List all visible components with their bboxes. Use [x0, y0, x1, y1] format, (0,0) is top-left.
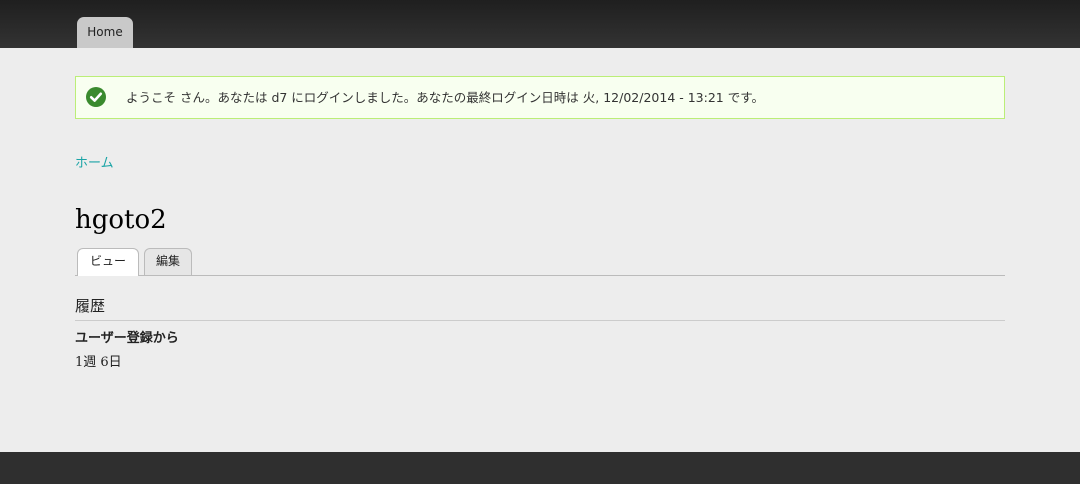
status-message-text: ようこそ さん。あなたは d7 にログインしました。あなたの最終ログイン日時は …	[126, 90, 764, 105]
site-header: Home	[0, 0, 1080, 48]
home-tab[interactable]: Home	[77, 17, 133, 48]
history-heading: 履歴	[75, 295, 1005, 321]
site-footer	[0, 452, 1080, 484]
breadcrumb-home-link[interactable]: ホーム	[75, 152, 114, 171]
check-circle-icon	[86, 87, 106, 107]
member-for-label: ユーザー登録から	[75, 331, 179, 346]
primary-tabs: ビュー 編集	[75, 248, 1005, 276]
status-message: ようこそ さん。あなたは d7 にログインしました。あなたの最終ログイン日時は …	[75, 76, 1005, 119]
tab-edit[interactable]: 編集	[144, 248, 192, 275]
member-for-value: 1週 6日	[75, 355, 122, 370]
page: Home ようこそ さん。あなたは d7 にログインしました。あなたの最終ログイ…	[0, 0, 1080, 484]
page-title: hgoto2	[75, 205, 167, 235]
tab-view[interactable]: ビュー	[77, 248, 139, 276]
